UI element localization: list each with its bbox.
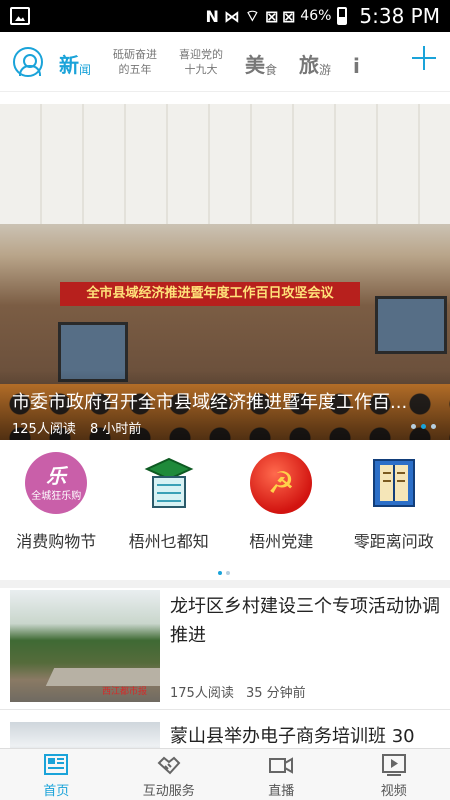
quick-entry-label: 梧州党建 bbox=[249, 532, 314, 551]
section-divider bbox=[0, 580, 450, 588]
list-item[interactable]: 西江都市报 龙圩区乡村建设三个专项活动协调推进 175人阅读 35 分钟前 bbox=[0, 588, 450, 710]
quick-entries: 乐 全城狂乐购 消费购物节 梧州乜都知 ☭ 梧州党建 零距离问政 bbox=[0, 440, 450, 580]
graduation-cap-icon bbox=[138, 452, 200, 514]
news-title: 龙圩区乡村建设三个专项活动协调推进 bbox=[170, 596, 440, 646]
nav-video[interactable]: 视频 bbox=[338, 749, 450, 800]
tab-food-big: 美 bbox=[245, 52, 266, 77]
hero-time: 8 小时前 bbox=[89, 422, 142, 437]
quick-entry-qa[interactable]: 零距离问政 bbox=[338, 440, 450, 580]
hero-stage-banner: 全市县域经济推进暨年度工作百日攻坚会议 bbox=[60, 282, 360, 306]
nav-label: 视频 bbox=[380, 784, 407, 799]
news-thumbnail: 西江都市报 bbox=[10, 590, 160, 702]
tab-news-small: 闻 bbox=[79, 62, 92, 77]
tab-food[interactable]: 美 食 bbox=[245, 32, 277, 92]
quick-entry-label: 消费购物节 bbox=[16, 532, 97, 551]
play-screen-icon bbox=[381, 753, 407, 777]
news-title: 蒙山县举办电子商务培训班 30 bbox=[170, 726, 415, 747]
pager-dot[interactable] bbox=[411, 424, 416, 429]
nav-label: 直播 bbox=[268, 784, 295, 799]
nav-home[interactable]: 首页 bbox=[0, 749, 113, 800]
tab-travel-big: 旅 bbox=[299, 52, 320, 77]
quick-pager bbox=[218, 571, 230, 575]
tab-more-truncated[interactable]: i bbox=[353, 32, 360, 92]
video-camera-icon bbox=[268, 753, 294, 777]
quick-entry-shopping[interactable]: 乐 全城狂乐购 消费购物节 bbox=[0, 440, 113, 580]
book-icon bbox=[363, 452, 425, 514]
pager-dot-active[interactable] bbox=[421, 424, 426, 429]
pager-dot-active[interactable] bbox=[218, 571, 222, 575]
hero-screen-right bbox=[375, 296, 447, 354]
thumb-watermark: 西江都市报 bbox=[102, 687, 148, 697]
wifi-icon: ⌔ bbox=[244, 6, 260, 25]
shopping-icon-char: 乐 bbox=[46, 463, 67, 488]
add-channel-icon[interactable] bbox=[412, 46, 436, 70]
news-thumbnail bbox=[10, 722, 160, 748]
handshake-icon bbox=[156, 753, 182, 777]
news-reads: 175人阅读 bbox=[170, 686, 234, 701]
tab-five-years[interactable]: 砥砺奋进 的五年 bbox=[113, 32, 157, 92]
status-bar: N ⋈ ⌔ ⊠ ⊠ 46% 5:38 PM bbox=[0, 0, 450, 32]
tab-news-big: 新 bbox=[59, 52, 79, 77]
quick-entry-label: 梧州乜都知 bbox=[128, 532, 209, 551]
clock: 5:38 PM bbox=[359, 4, 440, 28]
tab-food-small: 食 bbox=[265, 62, 278, 77]
hero-headline[interactable]: 市委市政府召开全市县域经济推进暨年度工作百... bbox=[12, 388, 432, 414]
mute-icon: ⋈ bbox=[223, 6, 240, 26]
nav-label: 首页 bbox=[43, 784, 70, 799]
hero-ceiling bbox=[0, 104, 450, 224]
tab-travel-small: 游 bbox=[319, 62, 332, 77]
channel-tabs: 新 闻 砥砺奋进 的五年 喜迎党的 十九大 美 食 旅 游 i bbox=[59, 32, 450, 92]
bottom-nav: 首页 互动服务 直播 视频 bbox=[0, 748, 450, 800]
list-item[interactable]: 蒙山县举办电子商务培训班 30 bbox=[0, 718, 450, 748]
shopping-festival-icon: 乐 全城狂乐购 bbox=[25, 452, 88, 514]
battery-percent: 46% bbox=[300, 8, 332, 24]
user-profile-icon[interactable] bbox=[13, 46, 43, 77]
hero-pager bbox=[411, 424, 436, 429]
tab-19th-congress-line1: 喜迎党的 bbox=[179, 47, 224, 61]
tab-19th-congress[interactable]: 喜迎党的 十九大 bbox=[179, 32, 223, 92]
news-time: 35 分钟前 bbox=[245, 686, 306, 701]
tab-19th-congress-line2: 十九大 bbox=[184, 62, 218, 76]
hero-banner[interactable]: 全市县域经济推进暨年度工作百日攻坚会议 市委市政府召开全市县域经济推进暨年度工作… bbox=[0, 104, 450, 440]
battery-icon bbox=[337, 7, 348, 25]
news-meta: 175人阅读 35 分钟前 bbox=[170, 682, 314, 701]
tab-news[interactable]: 新 闻 bbox=[59, 32, 91, 92]
status-indicators: N ⋈ ⌔ ⊠ ⊠ 46% 5:38 PM bbox=[205, 4, 440, 28]
nav-interactive-services[interactable]: 互动服务 bbox=[113, 749, 226, 800]
quick-entry-label: 零距离问政 bbox=[353, 532, 434, 551]
nav-label: 互动服务 bbox=[142, 784, 195, 799]
nfc-icon: N bbox=[205, 6, 218, 26]
quick-entry-party-building[interactable]: ☭ 梧州党建 bbox=[225, 440, 338, 580]
tab-five-years-line1: 砥砺奋进 bbox=[113, 47, 158, 61]
tab-travel[interactable]: 旅 游 bbox=[299, 32, 331, 92]
signal-icon: ⊠ ⊠ bbox=[264, 6, 295, 26]
hero-meta: 125人阅读 8 小时前 bbox=[12, 418, 151, 437]
hero-reads: 125人阅读 bbox=[12, 422, 76, 437]
channel-tab-bar: 新 闻 砥砺奋进 的五年 喜迎党的 十九大 美 食 旅 游 i bbox=[0, 32, 450, 92]
tab-five-years-line2: 的五年 bbox=[118, 62, 152, 76]
pager-dot[interactable] bbox=[431, 424, 436, 429]
gallery-notification-icon bbox=[10, 7, 30, 25]
quick-entry-wuzhou-knows[interactable]: 梧州乜都知 bbox=[113, 440, 226, 580]
newspaper-icon bbox=[43, 753, 69, 777]
pager-dot[interactable] bbox=[226, 571, 230, 575]
tab-more-big: i bbox=[353, 53, 360, 78]
party-emblem-icon: ☭ bbox=[250, 452, 313, 514]
shopping-icon-sub: 全城狂乐购 bbox=[31, 490, 82, 502]
nav-live[interactable]: 直播 bbox=[225, 749, 338, 800]
